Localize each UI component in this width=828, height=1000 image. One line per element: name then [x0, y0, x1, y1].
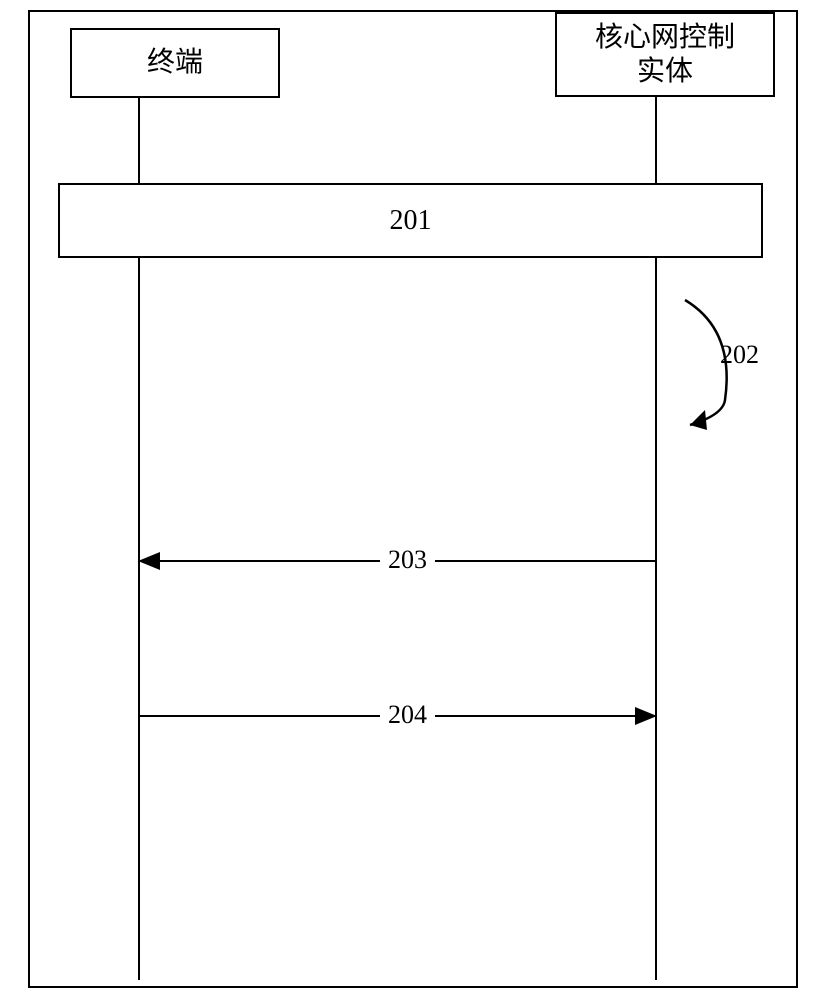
message-203-arrow [138, 552, 160, 570]
lifeline-terminal-bottom [138, 258, 140, 980]
message-204-label: 204 [380, 700, 435, 730]
activation-label: 201 [390, 205, 432, 237]
activation-box: 201 [58, 183, 763, 258]
diagram-frame [28, 10, 798, 988]
message-204-arrow [635, 707, 657, 725]
lifeline-terminal-top [138, 98, 140, 183]
participant-core-network-label: 核心网控制 实体 [595, 21, 735, 88]
lifeline-core-top [655, 97, 657, 183]
message-203-label: 203 [380, 545, 435, 575]
participant-terminal: 终端 [70, 28, 280, 98]
participant-core-network: 核心网控制 实体 [555, 12, 775, 97]
participant-terminal-label: 终端 [147, 46, 203, 80]
self-message-label: 202 [720, 340, 759, 370]
